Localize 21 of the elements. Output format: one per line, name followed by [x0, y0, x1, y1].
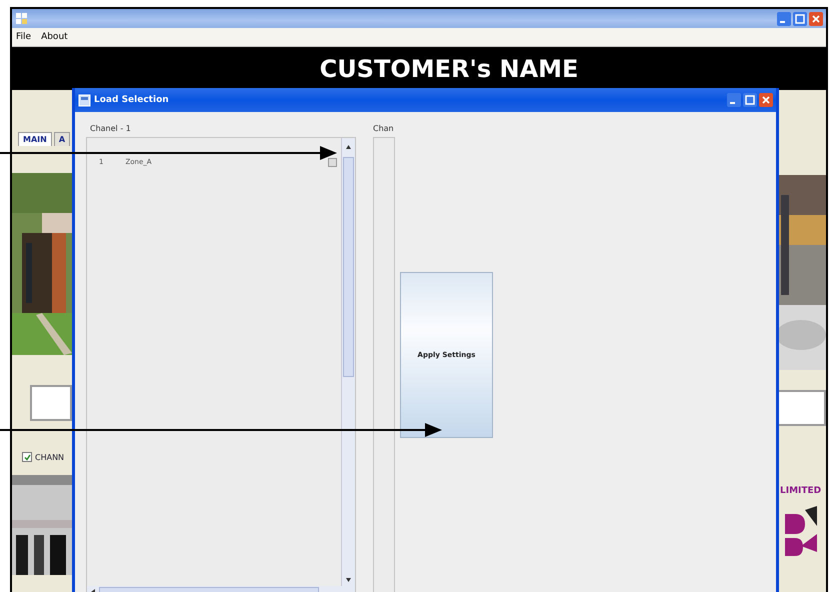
menu-item[interactable]: File: [16, 32, 32, 42]
header-title: CUSTOMER's NAME: [320, 54, 578, 82]
app-icon: [15, 12, 28, 25]
company-name: LIMITED: [779, 486, 822, 496]
checkbox[interactable]: [22, 452, 32, 462]
panel-title: Chan: [373, 124, 395, 133]
maximize-button[interactable]: [793, 12, 807, 26]
close-button[interactable]: [809, 12, 823, 26]
panel-title: Chanel - 1: [89, 124, 132, 133]
tab[interactable]: A: [54, 132, 70, 146]
checkbox-label: CHANN: [35, 452, 64, 462]
maximize-button[interactable]: [743, 93, 757, 107]
dialog-title: Load Selection: [94, 95, 169, 105]
text-field[interactable]: [30, 385, 72, 421]
menu-item[interactable]: About: [41, 32, 68, 42]
minimize-button[interactable]: [777, 12, 791, 26]
minimize-button[interactable]: [727, 93, 741, 107]
close-button[interactable]: [759, 93, 773, 107]
window-icon: [78, 94, 91, 106]
tab[interactable]: MAIN: [18, 132, 52, 146]
row-button[interactable]: [328, 158, 337, 166]
